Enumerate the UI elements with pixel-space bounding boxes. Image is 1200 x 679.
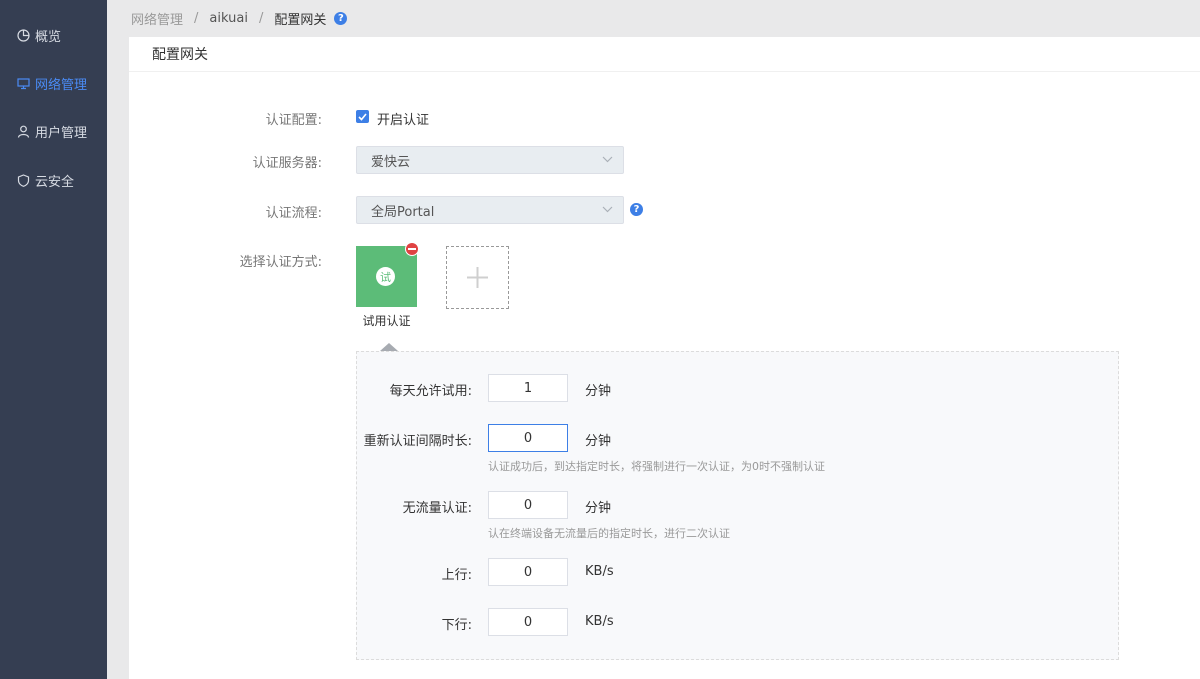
auth-flow-value: 全局Portal (371, 204, 435, 220)
main-panel: 配置网关 认证配置: 开启认证 认证服务器: 爱快云 认证流程: 全局Porta… (129, 37, 1200, 679)
upload-unit: KB/s (585, 564, 614, 579)
plus-icon (467, 267, 488, 288)
sidebar-item-cloud-security[interactable]: 云安全 (0, 160, 107, 200)
upload-input[interactable] (488, 558, 568, 586)
trial-auth-label: 试用认证 (362, 314, 411, 328)
auth-server-value: 爱快云 (371, 154, 411, 170)
reauth-interval-unit: 分钟 (585, 434, 612, 449)
chevron-down-icon (602, 206, 613, 213)
no-traffic-label: 无流量认证: (402, 501, 472, 516)
sidebar: 概览 网络管理 用户管理 云安全 (0, 0, 107, 679)
enable-auth-label[interactable]: 开启认证 (377, 109, 429, 128)
sidebar-item-label: 用户管理 (35, 125, 88, 141)
breadcrumb-separator: / (194, 11, 199, 26)
pie-chart-icon (16, 28, 30, 42)
auth-flow-select[interactable]: 全局Portal (356, 196, 624, 224)
breadcrumb-mid[interactable]: aikuai (209, 11, 248, 26)
daily-allowed-input[interactable] (488, 374, 568, 402)
sidebar-item-label: 概览 (35, 29, 62, 45)
daily-allowed-label: 每天允许试用: (389, 384, 472, 399)
add-method-button[interactable] (446, 246, 509, 309)
user-icon (16, 124, 30, 138)
breadcrumb-root[interactable]: 网络管理 (131, 9, 183, 28)
help-icon[interactable]: ? (630, 203, 643, 216)
enable-auth-checkbox[interactable] (356, 110, 369, 123)
download-input[interactable] (488, 608, 568, 636)
auth-config-label: 认证配置: (265, 113, 322, 128)
monitor-icon (16, 76, 30, 90)
auth-method-label: 选择认证方式: (239, 255, 322, 270)
no-traffic-unit: 分钟 (585, 501, 612, 516)
sidebar-item-overview[interactable]: 概览 (0, 15, 107, 55)
remove-method-icon[interactable] (405, 242, 419, 256)
trial-config-box: 每天允许试用: 分钟 重新认证间隔时长: 分钟 认证成功后，到达指定时长，将强制… (356, 351, 1119, 660)
breadcrumb-separator: / (258, 11, 264, 26)
chevron-down-icon (602, 156, 613, 163)
sidebar-item-users[interactable]: 用户管理 (0, 111, 107, 151)
sidebar-item-network[interactable]: 网络管理 (0, 63, 107, 103)
page-title: 配置网关 (129, 37, 1200, 72)
reauth-interval-label: 重新认证间隔时长: (363, 434, 472, 449)
auth-flow-label: 认证流程: (265, 206, 322, 221)
download-unit: KB/s (585, 614, 614, 629)
download-label: 下行: (441, 618, 472, 633)
sidebar-item-label: 云安全 (35, 174, 75, 190)
breadcrumb: 网络管理 / aikuai / 配置网关 ? (107, 0, 1200, 37)
no-traffic-input[interactable] (488, 491, 568, 519)
pointer-arrow (380, 343, 398, 351)
auth-server-label: 认证服务器: (252, 156, 322, 171)
daily-allowed-unit: 分钟 (585, 384, 612, 399)
help-icon[interactable]: ? (334, 12, 348, 25)
trial-icon: 试 (376, 267, 395, 286)
auth-server-select[interactable]: 爱快云 (356, 146, 624, 174)
check-icon (358, 112, 367, 121)
sidebar-item-label: 网络管理 (35, 77, 88, 93)
breadcrumb-current: 配置网关 (274, 13, 327, 28)
shield-icon (16, 173, 30, 187)
upload-label: 上行: (441, 568, 472, 583)
no-traffic-hint: 认在终端设备无流量后的指定时长，进行二次认证 (488, 527, 730, 540)
reauth-interval-input[interactable] (488, 424, 568, 452)
reauth-interval-hint: 认证成功后，到达指定时长，将强制进行一次认证，为0时不强制认证 (488, 460, 825, 473)
